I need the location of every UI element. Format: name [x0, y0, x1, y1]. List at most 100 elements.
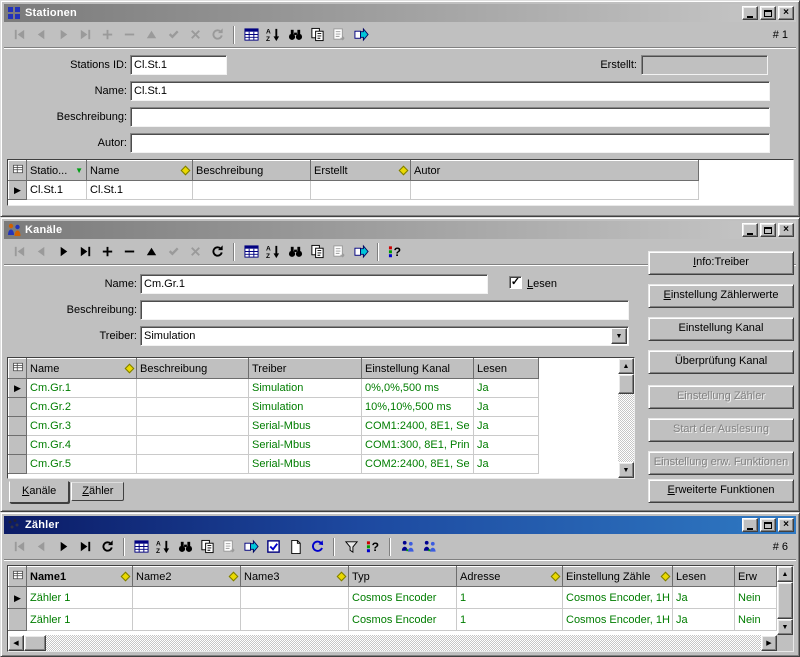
cell[interactable]: Ja: [474, 398, 539, 417]
cell[interactable]: Nein: [735, 587, 777, 609]
cell[interactable]: [137, 455, 249, 474]
scroll-thumb[interactable]: [24, 635, 46, 651]
send-button[interactable]: [350, 25, 372, 45]
cell[interactable]: 10%,10%,500 ms: [362, 398, 474, 417]
cell[interactable]: Serial-Mbus: [249, 436, 362, 455]
cell[interactable]: Ja: [673, 587, 735, 609]
minimize-button[interactable]: [742, 223, 758, 237]
cell[interactable]: Zähler 1: [27, 609, 133, 631]
cell[interactable]: Ja: [474, 417, 539, 436]
copy-button[interactable]: [306, 242, 328, 262]
validate-button[interactable]: [262, 537, 284, 557]
cell[interactable]: 1: [457, 609, 563, 631]
send-button[interactable]: [350, 242, 372, 262]
cell[interactable]: [193, 181, 311, 200]
vertical-scrollbar[interactable]: ▲ ▼: [777, 566, 793, 635]
filter-button[interactable]: [340, 537, 362, 557]
new-document-button[interactable]: [284, 537, 306, 557]
column-header-typ[interactable]: Typ: [349, 567, 457, 587]
paste-button[interactable]: [218, 537, 240, 557]
delete-record-button[interactable]: [118, 25, 140, 45]
scroll-thumb[interactable]: [777, 582, 793, 619]
search-button[interactable]: [284, 25, 306, 45]
cell[interactable]: [241, 587, 349, 609]
column-header-einstellung-kanal[interactable]: Einstellung Kanal: [362, 359, 474, 379]
cell[interactable]: COM1:2400, 8E1, Se: [362, 417, 474, 436]
close-button[interactable]: ×: [778, 518, 794, 532]
post-record-button[interactable]: [162, 242, 184, 262]
cell[interactable]: Serial-Mbus: [249, 455, 362, 474]
cell[interactable]: Ja: [474, 379, 539, 398]
nav-first-button[interactable]: [8, 242, 30, 262]
minimize-button[interactable]: [742, 518, 758, 532]
scroll-left-button[interactable]: ◀: [8, 635, 24, 651]
insert-record-button[interactable]: [96, 242, 118, 262]
erweiterte-funktionen-button[interactable]: Erweiterte Funktionen: [648, 479, 794, 503]
cell[interactable]: Ja: [474, 436, 539, 455]
cell[interactable]: [137, 436, 249, 455]
edit-record-button[interactable]: [140, 242, 162, 262]
nav-first-button[interactable]: [8, 537, 30, 557]
copy-button[interactable]: [306, 25, 328, 45]
column-header-lesen[interactable]: Lesen: [474, 359, 539, 379]
link-channels-button[interactable]: [396, 537, 418, 557]
einstellung-zaehlerwerte-button[interactable]: Einstellung Zählerwerte: [648, 284, 794, 308]
cell[interactable]: Cm.Gr.1: [27, 379, 137, 398]
lesen-checkbox[interactable]: ✓: [509, 276, 522, 289]
cell[interactable]: Simulation: [249, 379, 362, 398]
cell[interactable]: COM1:300, 8E1, Prin: [362, 436, 474, 455]
minimize-button[interactable]: [742, 6, 758, 20]
cell[interactable]: Cm.Gr.3: [27, 417, 137, 436]
cell[interactable]: [133, 609, 241, 631]
reload-button[interactable]: [306, 537, 328, 557]
column-header-erw[interactable]: Erw: [735, 567, 777, 587]
column-header-adresse[interactable]: Adresse: [457, 567, 563, 587]
maximize-button[interactable]: [760, 223, 776, 237]
cell[interactable]: Nein: [735, 609, 777, 631]
vertical-scrollbar[interactable]: ▲ ▼: [618, 358, 634, 478]
cell[interactable]: [241, 609, 349, 631]
scroll-up-button[interactable]: ▲: [618, 358, 634, 374]
cell[interactable]: Ja: [474, 455, 539, 474]
maximize-button[interactable]: [760, 6, 776, 20]
cell[interactable]: 1: [457, 587, 563, 609]
nav-last-button[interactable]: [74, 25, 96, 45]
table-view-button[interactable]: [130, 537, 152, 557]
cell[interactable]: Cosmos Encoder, 1H: [563, 609, 673, 631]
maximize-button[interactable]: [760, 518, 776, 532]
sort-button[interactable]: [152, 537, 174, 557]
cell[interactable]: Cm.Gr.4: [27, 436, 137, 455]
tab-kanaele[interactable]: Kanäle: [9, 481, 69, 503]
search-button[interactable]: [174, 537, 196, 557]
scroll-down-button[interactable]: ▼: [618, 462, 634, 478]
beschreibung-input[interactable]: [130, 107, 770, 127]
column-header-treiber[interactable]: Treiber: [249, 359, 362, 379]
table-view-button[interactable]: [240, 242, 262, 262]
stations-id-input[interactable]: [130, 55, 227, 75]
column-header-name3[interactable]: Name3: [241, 567, 349, 587]
delete-record-button[interactable]: [118, 242, 140, 262]
column-header-name[interactable]: Name: [27, 359, 137, 379]
name-input[interactable]: [130, 81, 770, 101]
einstellung-kanal-button[interactable]: Einstellung Kanal: [648, 317, 794, 341]
nav-last-button[interactable]: [74, 537, 96, 557]
combo-dropdown-button[interactable]: ▼: [611, 328, 627, 344]
cancel-record-button[interactable]: [184, 242, 206, 262]
scroll-down-button[interactable]: ▼: [777, 619, 793, 635]
cell[interactable]: Simulation: [249, 398, 362, 417]
cell[interactable]: Cosmos Encoder: [349, 609, 457, 631]
autor-input[interactable]: [130, 133, 770, 153]
cell[interactable]: Cm.Gr.5: [27, 455, 137, 474]
nav-prev-button[interactable]: [30, 537, 52, 557]
copy-button[interactable]: [196, 537, 218, 557]
cancel-record-button[interactable]: [184, 25, 206, 45]
scroll-thumb[interactable]: [618, 374, 634, 394]
column-header-name2[interactable]: Name2: [133, 567, 241, 587]
nav-next-button[interactable]: [52, 537, 74, 557]
treiber-combobox[interactable]: Simulation ▼: [140, 326, 629, 346]
close-button[interactable]: ×: [778, 6, 794, 20]
cell[interactable]: Cl.St.1: [87, 181, 193, 200]
column-header-name1[interactable]: Name1: [27, 567, 133, 587]
scroll-right-button[interactable]: ▶: [761, 635, 777, 651]
cell[interactable]: 0%,0%,500 ms: [362, 379, 474, 398]
